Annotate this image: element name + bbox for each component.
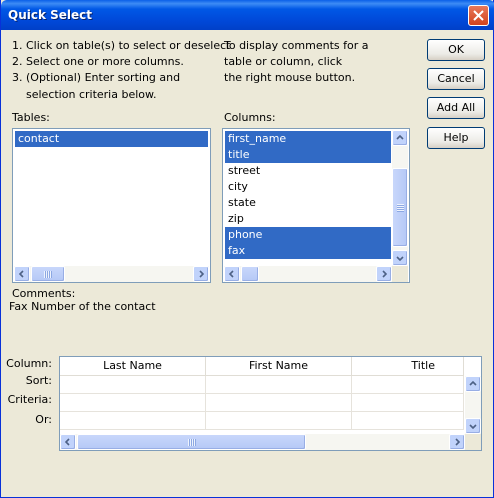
arrow-right-icon [382, 270, 388, 278]
criteria-grid[interactable]: Last Name First Name Title [59, 356, 482, 451]
arrow-down-icon [396, 256, 404, 262]
row-label-or: Or: [35, 413, 52, 426]
instruction-step-1: 1. Click on table(s) to select or desele… [12, 39, 231, 52]
tables-listbox[interactable]: contact [12, 128, 211, 283]
grid-column-first-name[interactable]: First Name [206, 357, 352, 376]
column-item-phone[interactable]: phone [225, 227, 391, 243]
instruction-step-2: 2. Select one or more columns. [12, 55, 184, 68]
comments-text: Fax Number of the contact [9, 300, 156, 313]
grid-cell[interactable] [206, 376, 352, 394]
grid-column-title[interactable]: Title [352, 357, 464, 376]
close-x-icon [473, 10, 484, 21]
columns-hscrollbar[interactable] [224, 266, 392, 282]
window-title: Quick Select [8, 8, 93, 22]
column-item-first-name[interactable]: first_name [225, 131, 391, 147]
grid-cell[interactable] [352, 394, 464, 412]
scroll-left-button[interactable] [224, 266, 240, 282]
grid-cell[interactable] [206, 412, 352, 430]
column-item-street[interactable]: street [225, 163, 391, 179]
arrow-right-icon [199, 270, 205, 278]
hint-line-3: the right mouse button. [224, 71, 356, 84]
scroll-left-button[interactable] [14, 266, 30, 282]
help-button[interactable]: Help [427, 127, 485, 149]
close-button[interactable] [468, 5, 489, 26]
instruction-step-3: 3. (Optional) Enter sorting and [12, 71, 181, 84]
columns-listbox[interactable]: first_name title street city state zip p… [222, 128, 410, 283]
columns-label: Columns: [224, 111, 276, 124]
scroll-thumb[interactable] [392, 168, 408, 247]
instruction-step-3-cont: selection criteria below. [26, 88, 157, 101]
grid-cell[interactable] [352, 412, 464, 430]
row-label-column: Column: [6, 357, 52, 370]
tables-hscrollbar[interactable] [14, 266, 209, 282]
arrow-left-icon [64, 438, 70, 446]
table-item-contact[interactable]: contact [15, 131, 208, 147]
scroll-left-button[interactable] [60, 434, 76, 450]
arrow-left-icon [18, 270, 24, 278]
grid-hscrollbar[interactable] [60, 434, 465, 450]
hint-line-2: table or column, click [224, 55, 343, 68]
scroll-up-button[interactable] [392, 130, 408, 146]
scroll-down-button[interactable] [465, 418, 481, 434]
arrow-up-icon [469, 380, 477, 386]
grid-cell[interactable] [60, 394, 206, 412]
scroll-thumb[interactable] [31, 266, 65, 282]
scroll-down-button[interactable] [392, 250, 408, 266]
quick-select-dialog: Quick Select 1. Click on table(s) to sel… [0, 0, 494, 498]
arrow-right-icon [455, 438, 461, 446]
column-item-state[interactable]: state [225, 195, 391, 211]
grid-cell[interactable] [60, 412, 206, 430]
arrow-up-icon [396, 134, 404, 140]
row-label-sort: Sort: [25, 374, 52, 387]
hint-line-1: To display comments for a [224, 39, 369, 52]
grid-cell[interactable] [352, 376, 464, 394]
scroll-right-button[interactable] [193, 266, 209, 282]
title-bar[interactable]: Quick Select [1, 0, 494, 30]
grid-cell[interactable] [206, 394, 352, 412]
scroll-up-button[interactable] [465, 376, 481, 392]
grid-vscrollbar[interactable] [465, 376, 481, 434]
columns-vscrollbar[interactable] [392, 130, 408, 266]
arrow-down-icon [469, 424, 477, 430]
scrollbar-corner [465, 434, 481, 450]
arrow-left-icon [228, 270, 234, 278]
scroll-thumb[interactable] [77, 434, 306, 450]
scrollbar-corner [392, 266, 408, 282]
column-item-zip[interactable]: zip [225, 211, 391, 227]
cancel-button[interactable]: Cancel [427, 68, 485, 90]
add-all-button[interactable]: Add All [427, 97, 485, 119]
row-label-criteria: Criteria: [7, 393, 52, 406]
tables-label: Tables: [12, 111, 50, 124]
scroll-thumb[interactable] [241, 266, 259, 282]
column-item-title[interactable]: title [225, 147, 391, 163]
grid-column-last-name[interactable]: Last Name [60, 357, 206, 376]
grid-cell[interactable] [60, 376, 206, 394]
ok-button[interactable]: OK [427, 39, 485, 61]
column-item-fax[interactable]: fax [225, 243, 391, 259]
scroll-right-button[interactable] [449, 434, 465, 450]
scroll-right-button[interactable] [376, 266, 392, 282]
column-item-city[interactable]: city [225, 179, 391, 195]
